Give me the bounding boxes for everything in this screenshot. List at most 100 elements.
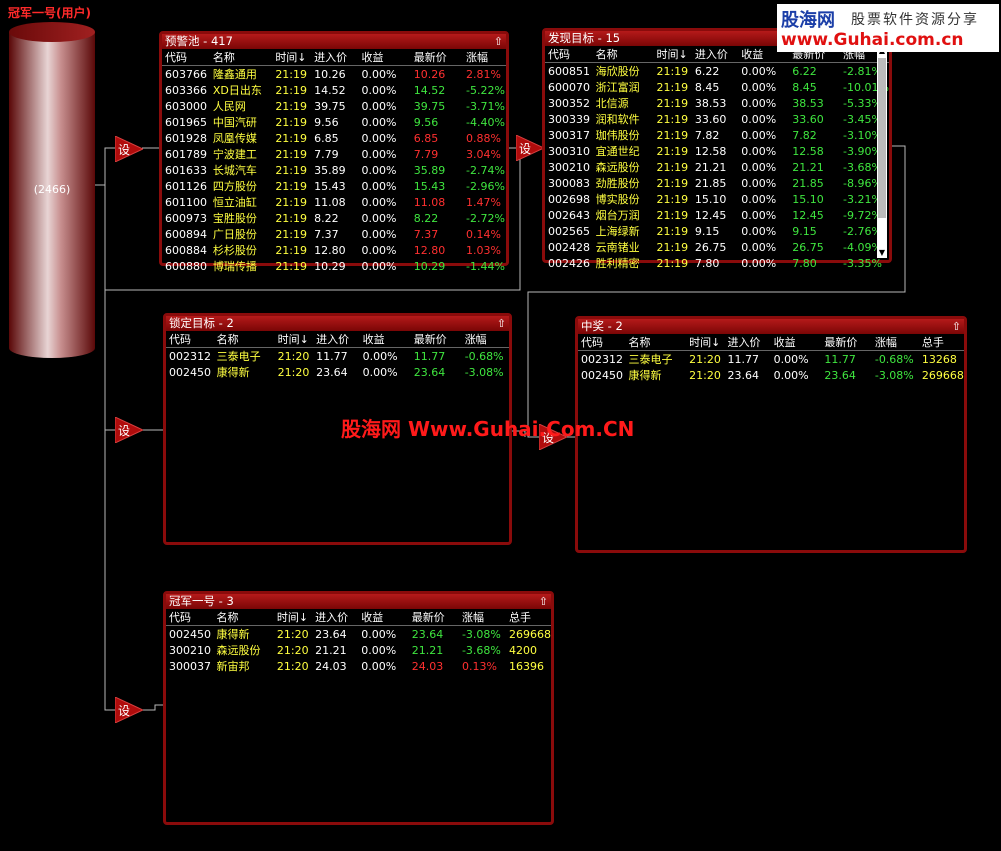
column-header[interactable]: 名称 [625,334,687,351]
column-header[interactable]: 进入价 [311,49,359,66]
table-row[interactable]: 600070 浙江富润 21:19 8.45 0.00% 8.45 -10.01% [545,79,889,95]
column-header[interactable]: 总手 [918,334,964,351]
collapse-up-icon[interactable]: ⇧ [497,316,506,331]
set-button-5[interactable]: 设 [114,696,145,724]
panel-header[interactable]: 中奖 - 2 ⇧ [578,319,964,334]
table-row[interactable]: 002312 三泰电子 21:20 11.77 0.00% 11.77 -0.68% [166,348,509,365]
column-header[interactable]: 收益 [358,49,411,66]
table-row[interactable]: 300083 劲胜股份 21:19 21.85 0.00% 21.85 -8.96% [545,175,889,191]
column-header[interactable]: 代码 [545,46,593,63]
column-header[interactable]: 收益 [770,334,822,351]
table-row[interactable]: 002450 康得新 21:20 23.64 0.00% 23.64 -3.08% 26966… [578,367,964,383]
stock-table[interactable]: 代码 名称 时间↓ 进入价 收益 最新价 涨幅 600851 海欣股份 21:19 6.22 0.00… [545,46,889,271]
stock-table[interactable]: 代码 名称 时间↓ 进入价 收益 最新价 涨幅 总手 002312 三泰电子 21:20 11.77 0… [578,334,964,383]
table-row[interactable]: 603766 隆鑫通用 21:19 10.26 0.00% 10.26 2.81% [162,66,506,83]
panel-champion[interactable]: 冠军一号 - 3 ⇧ 代码 名称 时间↓ 进入价 收益 最新价 涨幅 总手 002450 康得新 2… [163,591,554,825]
column-header[interactable]: 进入价 [724,334,771,351]
column-header[interactable]: 时间↓ [274,331,314,348]
table-row[interactable]: 300037 新宙邦 21:20 24.03 0.00% 24.03 0.13% 16396 [166,658,551,674]
table-row[interactable]: 002698 博实股份 21:19 15.10 0.00% 15.10 -3.21% [545,191,889,207]
table-row[interactable]: 600884 杉杉股份 21:19 12.80 0.00% 12.80 1.03% [162,242,506,258]
collapse-up-icon[interactable]: ⇧ [539,594,548,609]
table-row[interactable]: 300339 润和软件 21:19 33.60 0.00% 33.60 -3.45% [545,111,889,127]
column-header[interactable]: 名称 [213,609,274,626]
column-header[interactable]: 进入价 [312,609,359,626]
column-header[interactable]: 最新价 [821,334,872,351]
column-header[interactable]: 进入价 [691,46,739,63]
panel-alert-pool[interactable]: 预警池 - 417 ⇧ 代码 名称 时间↓ 进入价 收益 最新价 涨幅 603766 隆鑫通用 2… [159,31,509,273]
column-header[interactable]: 收益 [359,331,411,348]
column-header[interactable]: 收益 [358,609,409,626]
column-header[interactable]: 总手 [505,609,551,626]
scroll-down-icon[interactable]: ▼ [877,248,887,258]
table-row[interactable]: 300210 森远股份 21:20 21.21 0.00% 21.21 -3.68% 4200 [166,642,551,658]
column-header[interactable]: 时间↓ [686,334,725,351]
table-cell: 002312 [581,352,623,366]
table-row[interactable]: 601126 四方股份 21:19 15.43 0.00% 15.43 -2.96% [162,178,506,194]
table-row[interactable]: 002312 三泰电子 21:20 11.77 0.00% 11.77 -0.68% 1326… [578,351,964,368]
column-header[interactable]: 名称 [592,46,654,63]
column-header[interactable]: 时间↓ [653,46,692,63]
collapse-up-icon[interactable]: ⇧ [952,319,961,334]
table-row[interactable]: 002565 上海绿新 21:19 9.15 0.00% 9.15 -2.76% [545,223,889,239]
table-row[interactable]: 600894 广日股份 21:19 7.37 0.00% 7.37 0.14% [162,226,506,242]
table-row[interactable]: 002450 康得新 21:20 23.64 0.00% 23.64 -3.08% [166,364,509,380]
panel-found-targets[interactable]: 发现目标 - 15 ⇧ 代码名称时间↓进入价收益最新价涨幅600851海欣股份2… [542,28,892,270]
table-row[interactable]: 300310 宜通世纪 21:19 12.58 0.00% 12.58 -3.90% [545,143,889,159]
column-header[interactable]: 最新价 [410,331,462,348]
column-header[interactable]: 代码 [162,49,210,66]
table-row[interactable]: 300210 森远股份 21:19 21.21 0.00% 21.21 -3.68% [545,159,889,175]
stock-table[interactable]: 代码 名称 时间↓ 进入价 收益 最新价 涨幅 总手 002450 康得新 21:20 23.64 0.… [166,609,551,674]
table-row[interactable]: 300317 珈伟股份 21:19 7.82 0.00% 7.82 -3.10% [545,127,889,143]
column-header[interactable]: 进入价 [313,331,360,348]
table-row[interactable]: 600851 海欣股份 21:19 6.22 0.00% 6.22 -2.81% [545,63,889,80]
table-row[interactable]: 601965 中国汽研 21:19 9.56 0.00% 9.56 -4.40% [162,114,506,130]
panel-header[interactable]: 冠军一号 - 3 ⇧ [166,594,551,609]
table-cell: 0.00% [741,240,777,254]
column-header[interactable]: 涨幅 [461,331,509,348]
set-label: 设 [118,143,131,157]
table-cell: 12.58 [792,144,824,158]
collapse-up-icon[interactable]: ⇧ [494,34,503,49]
panel-header[interactable]: 预警池 - 417 ⇧ [162,34,506,49]
table-cell: 21:19 [656,208,689,222]
table-cell: 23.64 [316,365,348,379]
stock-table[interactable]: 代码 名称 时间↓ 进入价 收益 最新价 涨幅 002312 三泰电子 21:20 11.77 0.0… [166,331,509,380]
column-header[interactable]: 时间↓ [272,49,312,66]
set-button-1[interactable]: 设 [114,135,145,163]
table-row[interactable]: 300352 北信源 21:19 38.53 0.00% 38.53 -5.33% [545,95,889,111]
column-header[interactable]: 最新价 [410,49,463,66]
column-header[interactable]: 代码 [166,331,214,348]
column-header[interactable]: 代码 [166,609,214,626]
column-header[interactable]: 涨幅 [458,609,506,626]
table-row[interactable]: 002643 烟台万润 21:19 12.45 0.00% 12.45 -9.72% [545,207,889,223]
table-row[interactable]: 600880 博瑞传播 21:19 10.29 0.00% 10.29 -1.44% [162,258,506,274]
column-header[interactable]: 名称 [209,49,273,66]
table-cell: 21:19 [656,128,689,142]
table-row[interactable]: 600973 宝胜股份 21:19 8.22 0.00% 8.22 -2.72% [162,210,506,226]
set-button-3[interactable]: 设 [114,416,145,444]
table-row[interactable]: 601633 长城汽车 21:19 35.89 0.00% 35.89 -2.74% [162,162,506,178]
table-cell: 16396 [508,659,544,673]
table-row[interactable]: 002450 康得新 21:20 23.64 0.00% 23.64 -3.08% 26966… [166,626,551,643]
set-button-2[interactable]: 设 [515,134,546,162]
table-row[interactable]: 601100 恒立油缸 21:19 11.08 0.00% 11.08 1.47% [162,194,506,210]
column-header[interactable]: 时间↓ [273,609,313,626]
panel-header[interactable]: 锁定目标 - 2 ⇧ [166,316,509,331]
table-row[interactable]: 603366 XD日出东 21:19 14.52 0.00% 14.52 -5.22% [162,82,506,98]
table-row[interactable]: 002426 胜利精密 21:19 7.80 0.00% 7.80 -3.35% [545,255,889,271]
scroll-thumb[interactable] [878,58,886,218]
stock-table[interactable]: 代码 名称 时间↓ 进入价 收益 最新价 涨幅 603766 隆鑫通用 21:19 10.26 0.0… [162,49,506,274]
column-header[interactable]: 名称 [213,331,275,348]
column-header[interactable]: 最新价 [408,609,459,626]
column-header[interactable]: 涨幅 [871,334,919,351]
table-cell: 603000 [165,99,207,113]
table-row[interactable]: 601928 凤凰传媒 21:19 6.85 0.00% 6.85 0.88% [162,130,506,146]
vertical-scrollbar[interactable]: ▲ ▼ [877,46,887,258]
table-row[interactable]: 601789 宁波建工 21:19 7.79 0.00% 7.79 3.04% [162,146,506,162]
column-header[interactable]: 涨幅 [462,49,506,66]
table-row[interactable]: 603000 人民网 21:19 39.75 0.00% 39.75 -3.71% [162,98,506,114]
table-row[interactable]: 002428 云南锗业 21:19 26.75 0.00% 26.75 -4.09% [545,239,889,255]
column-header[interactable]: 代码 [578,334,626,351]
table-cell: 0.88% [465,131,501,145]
